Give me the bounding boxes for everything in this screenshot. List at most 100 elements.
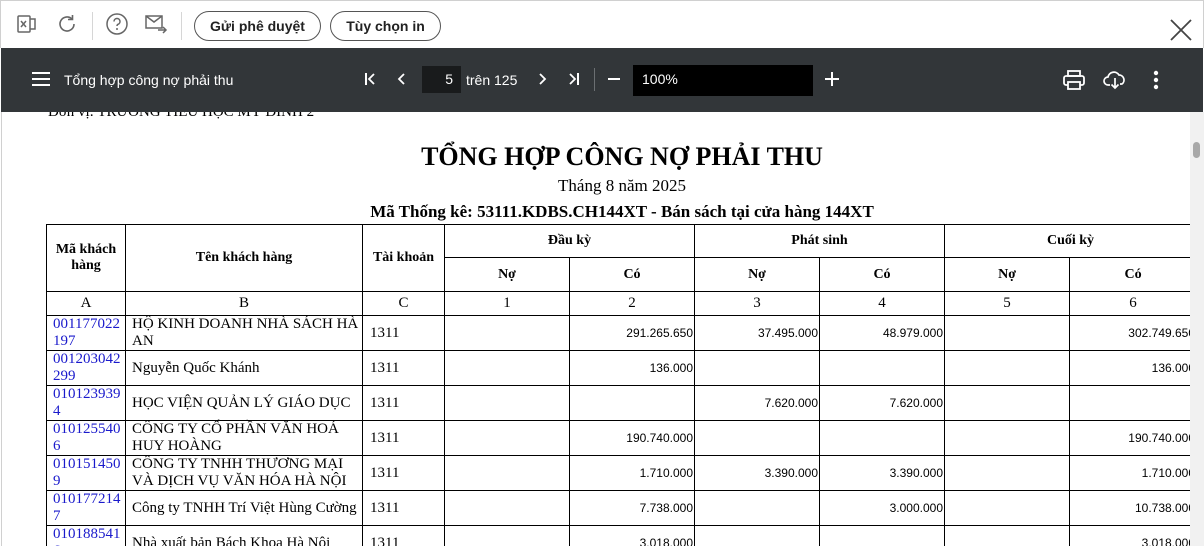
toolbar-divider xyxy=(92,12,93,40)
account-number: 1311 xyxy=(362,385,445,421)
report-stat-code: Mã Thống kê: 53111.KDBS.CH144XT - Bán sá… xyxy=(370,202,874,221)
column-letter: A xyxy=(46,291,126,316)
closing-credit: 136.000 xyxy=(1069,350,1198,386)
close-icon[interactable] xyxy=(1169,18,1193,42)
refresh-icon[interactable] xyxy=(54,11,80,37)
column-letter: 6 xyxy=(1069,291,1198,316)
movement-credit xyxy=(818,525,946,546)
column-letter: 1 xyxy=(444,291,570,316)
customer-code-link[interactable]: 0101239394 xyxy=(46,385,126,421)
customer-code-link[interactable]: 0101514509 xyxy=(46,455,126,491)
account-number: 1311 xyxy=(362,350,445,386)
page-count: trên 125 xyxy=(466,72,518,88)
opening-credit: 291.265.650 xyxy=(569,315,695,351)
opening-credit: 7.738.000 xyxy=(569,490,695,526)
customer-name: Nhà xuất bản Bách Khoa Hà Nội xyxy=(125,525,363,546)
movement-credit: 7.620.000 xyxy=(818,385,946,421)
customer-code-link[interactable]: 001203042299 xyxy=(46,350,126,386)
movement-debit: 3.390.000 xyxy=(694,455,820,491)
customer-name: Nguyễn Quốc Khánh xyxy=(125,350,363,386)
excel-icon[interactable] xyxy=(14,11,40,37)
prev-page-icon[interactable] xyxy=(391,68,413,90)
movement-credit: 3.000.000 xyxy=(818,490,946,526)
page-number-input[interactable]: 5 xyxy=(422,66,461,93)
customer-code-link[interactable]: 0101772147 xyxy=(46,490,126,526)
help-icon[interactable] xyxy=(104,11,130,37)
header-movement: Phát sinh xyxy=(693,224,946,258)
movement-debit: 7.620.000 xyxy=(694,385,820,421)
closing-debit xyxy=(944,385,1071,421)
top-toolbar: Gửi phê duyệt Tùy chọn in xyxy=(0,0,1204,48)
more-icon[interactable] xyxy=(1145,68,1167,92)
document-title: Tổng hợp công nợ phải thu xyxy=(64,72,234,88)
column-letter: B xyxy=(125,291,363,316)
pdf-viewer-toolbar: Tổng hợp công nợ phải thu 5 trên 125 100… xyxy=(1,48,1203,112)
zoom-out-icon[interactable] xyxy=(603,68,625,90)
column-letter: 3 xyxy=(694,291,820,316)
customer-name: HỘ KINH DOANH NHÀ SÁCH HÀ AN xyxy=(125,315,363,351)
customer-code-link[interactable]: 0101885416 xyxy=(46,525,126,546)
report-title: TỔNG HỢP CÔNG NỢ PHẢI THU xyxy=(421,142,823,171)
closing-credit: 1.710.000 xyxy=(1069,455,1198,491)
zoom-in-icon[interactable] xyxy=(821,68,843,90)
report-period: Tháng 8 năm 2025 xyxy=(558,176,686,195)
toolbar-divider xyxy=(181,12,182,40)
customer-name: HỌC VIỆN QUẢN LÝ GIÁO DỤC xyxy=(125,385,363,421)
customer-code-link[interactable]: 001177022197 xyxy=(46,315,126,351)
closing-debit xyxy=(944,490,1071,526)
opening-credit xyxy=(569,385,695,421)
header-movement-debit: Nợ xyxy=(694,257,820,292)
last-page-icon[interactable] xyxy=(563,68,585,90)
account-number: 1311 xyxy=(362,525,445,546)
first-page-icon[interactable] xyxy=(359,68,381,90)
vertical-scrollbar[interactable] xyxy=(1190,112,1204,546)
closing-credit: 10.738.000 xyxy=(1069,490,1198,526)
opening-debit xyxy=(444,455,570,491)
download-icon[interactable] xyxy=(1102,68,1128,92)
movement-debit: 37.495.000 xyxy=(694,315,820,351)
movement-debit xyxy=(694,525,820,546)
unit-name: Đơn vị: TRƯỜNG TIỂU HỌC MỸ ĐÌNH 2 xyxy=(48,112,315,120)
header-opening-credit: Có xyxy=(569,257,695,292)
column-letter: 4 xyxy=(818,291,946,316)
opening-credit: 136.000 xyxy=(569,350,695,386)
table-row: 0101885416Nhà xuất bản Bách Khoa Hà Nội1… xyxy=(46,525,1198,546)
opening-debit xyxy=(444,315,570,351)
movement-credit xyxy=(818,420,946,456)
header-account: Tài khoản xyxy=(362,224,445,292)
account-number: 1311 xyxy=(362,490,445,526)
opening-debit xyxy=(444,385,570,421)
column-letter-row: A B C 1 2 3 4 5 6 xyxy=(46,291,1198,316)
customer-name: CÔNG TY CỔ PHẦN VĂN HOÁ HUY HOÀNG xyxy=(125,420,363,456)
closing-debit xyxy=(944,315,1071,351)
opening-credit: 3.018.000 xyxy=(569,525,695,546)
opening-debit xyxy=(444,420,570,456)
customer-name: CÔNG TY TNHH THƯƠNG MẠI VÀ DỊCH VỤ VĂN H… xyxy=(125,455,363,491)
zoom-level-input[interactable]: 100% xyxy=(633,65,813,96)
account-number: 1311 xyxy=(362,420,445,456)
next-page-icon[interactable] xyxy=(531,68,553,90)
toolbar-divider xyxy=(594,68,595,91)
menu-icon[interactable] xyxy=(30,68,52,90)
receivables-table: Mã khách hàng Tên khách hàng Tài khoản Đ… xyxy=(46,224,1198,546)
table-row: 0101514509 CÔNG TY TNHH THƯƠNG MẠI VÀ DỊC… xyxy=(46,455,1198,491)
header-closing-credit: Có xyxy=(1069,257,1198,292)
header-closing-debit: Nợ xyxy=(944,257,1071,292)
scrollbar-thumb[interactable] xyxy=(1193,142,1200,158)
print-icon[interactable] xyxy=(1062,68,1086,92)
print-options-button[interactable]: Tùy chọn in xyxy=(330,11,441,41)
table-row: 001203042299 Nguyễn Quốc Khánh 1311 136.000… xyxy=(46,350,1198,386)
customer-name: Công ty TNHH Trí Việt Hùng Cường xyxy=(125,490,363,526)
header-customer-name: Tên khách hàng xyxy=(125,224,363,292)
header-opening-debit: Nợ xyxy=(444,257,570,292)
closing-credit: 302.749.650 xyxy=(1069,315,1198,351)
send-approval-button[interactable]: Gửi phê duyệt xyxy=(194,11,321,41)
column-letter: C xyxy=(362,291,445,316)
account-number: 1311 xyxy=(362,315,445,351)
header-customer-code: Mã khách hàng xyxy=(46,224,126,292)
customer-code-link[interactable]: 0101255406 xyxy=(46,420,126,456)
movement-debit xyxy=(694,490,820,526)
table-row: 001177022197 HỘ KINH DOANH NHÀ SÁCH HÀ AN… xyxy=(46,315,1198,351)
closing-debit xyxy=(944,525,1071,546)
send-mail-icon[interactable] xyxy=(143,11,169,37)
